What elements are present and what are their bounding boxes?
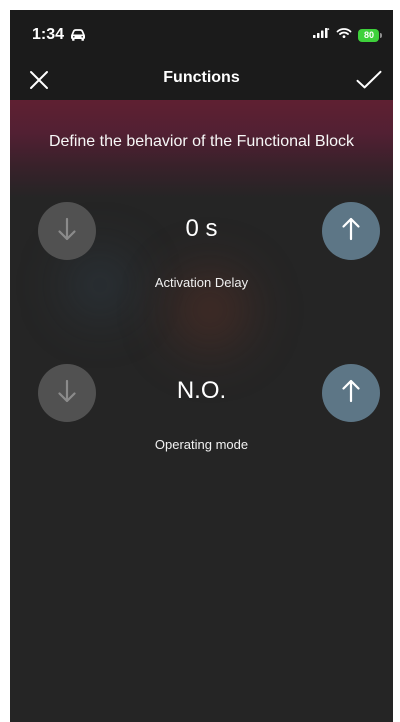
operating-mode-label: Operating mode (154, 437, 249, 452)
check-icon (355, 69, 383, 96)
signal-icon (312, 26, 330, 44)
status-bar: 1:34 80 (10, 10, 393, 56)
activation-delay-label: Activation Delay (154, 275, 249, 290)
status-time: 1:34 (32, 26, 65, 43)
page-title: Functions (163, 69, 240, 86)
increase-operating-mode-button[interactable] (322, 364, 380, 422)
activation-delay-control: 0 s Activation Delay (10, 202, 393, 302)
mobile-app-screen: 1:34 80 Functions Define the behavior of… (10, 10, 393, 722)
status-time-group: 1:34 (32, 26, 87, 44)
car-icon (69, 28, 87, 42)
operating-mode-control: N.O. Operating mode (10, 364, 393, 464)
increase-activation-delay-button[interactable] (322, 202, 380, 260)
battery-cap (380, 32, 382, 38)
arrow-up-icon (337, 215, 365, 248)
wifi-icon (336, 26, 352, 44)
navigation-bar: Functions (10, 56, 393, 100)
battery-charging-icon: 80 (358, 28, 382, 42)
section-description: Define the behavior of the Functional Bl… (48, 133, 355, 150)
arrow-up-icon (337, 377, 365, 410)
status-icons: 80 (312, 26, 382, 44)
confirm-button[interactable] (353, 66, 385, 98)
battery-level: 80 (358, 28, 379, 42)
